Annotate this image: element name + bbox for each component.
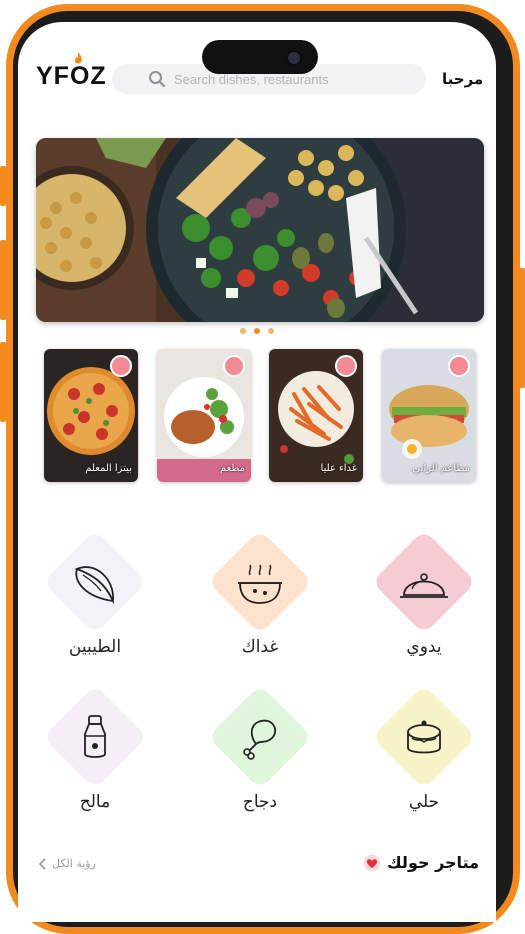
carousel-dot-active[interactable] bbox=[254, 328, 260, 334]
category-label: يدوي bbox=[406, 637, 442, 657]
flame-icon bbox=[74, 52, 82, 64]
favorite-badge[interactable] bbox=[448, 355, 470, 377]
food-image bbox=[36, 138, 484, 322]
category-label: حلي bbox=[408, 792, 440, 812]
category-item[interactable]: يدوي bbox=[371, 529, 492, 675]
heart-icon bbox=[363, 854, 381, 871]
logo-text: YFOZ bbox=[36, 62, 107, 90]
restaurant-card[interactable]: مطعم bbox=[157, 349, 251, 482]
restaurant-name: مطعم bbox=[219, 463, 245, 474]
soup-bowl-icon bbox=[238, 564, 282, 604]
restaurant-name: غداء عليا bbox=[320, 463, 357, 474]
cloche-icon bbox=[400, 573, 448, 598]
side-button bbox=[0, 166, 6, 206]
category-item[interactable]: حلي bbox=[371, 684, 492, 830]
restaurant-card[interactable]: غداء عليا bbox=[269, 349, 363, 482]
chevron-left-icon bbox=[38, 857, 46, 870]
carousel-dots[interactable] bbox=[240, 328, 274, 334]
chicken-leg-icon bbox=[243, 719, 277, 760]
category-label: دجاج bbox=[242, 792, 278, 812]
carousel-dot[interactable] bbox=[268, 328, 274, 334]
side-button bbox=[519, 268, 525, 388]
category-label: الطيبين bbox=[68, 637, 122, 657]
carousel-dot[interactable] bbox=[240, 328, 246, 334]
camera-icon bbox=[286, 50, 302, 66]
category-item[interactable]: مالح bbox=[42, 684, 163, 830]
category-item[interactable]: الطيبين bbox=[42, 529, 163, 675]
favorite-badge[interactable] bbox=[335, 355, 357, 377]
category-item[interactable]: غداك bbox=[207, 529, 328, 675]
see-all-label: رؤية الكل bbox=[52, 857, 96, 870]
category-item[interactable]: دجاج bbox=[207, 684, 328, 830]
side-button bbox=[0, 240, 6, 320]
category-label: مالح bbox=[79, 792, 111, 812]
favorite-badge[interactable] bbox=[110, 355, 132, 377]
restaurant-name: مطاعم الرابي bbox=[412, 463, 470, 474]
greeting-text: مرحبا bbox=[442, 70, 484, 88]
search-icon bbox=[149, 71, 165, 87]
restaurant-card[interactable]: مطاعم الرابي bbox=[382, 349, 476, 482]
nearby-stores-header: متاجر حولك bbox=[363, 853, 479, 872]
app-logo[interactable]: YFOZ bbox=[36, 52, 107, 91]
favorite-badge[interactable] bbox=[223, 355, 245, 377]
side-button bbox=[0, 342, 6, 422]
restaurant-name: بيتزا المعلم bbox=[85, 463, 132, 474]
cake-icon bbox=[407, 720, 441, 754]
salt-shaker-icon bbox=[84, 715, 106, 758]
camera-notch bbox=[202, 40, 318, 74]
category-label: غداك bbox=[241, 637, 279, 657]
restaurant-card[interactable]: بيتزا المعلم bbox=[44, 349, 138, 482]
taco-icon bbox=[74, 566, 114, 605]
hero-banner[interactable] bbox=[36, 138, 484, 322]
see-all-link[interactable]: رؤية الكل bbox=[38, 857, 96, 870]
nearby-stores-title: متاجر حولك bbox=[387, 853, 479, 872]
